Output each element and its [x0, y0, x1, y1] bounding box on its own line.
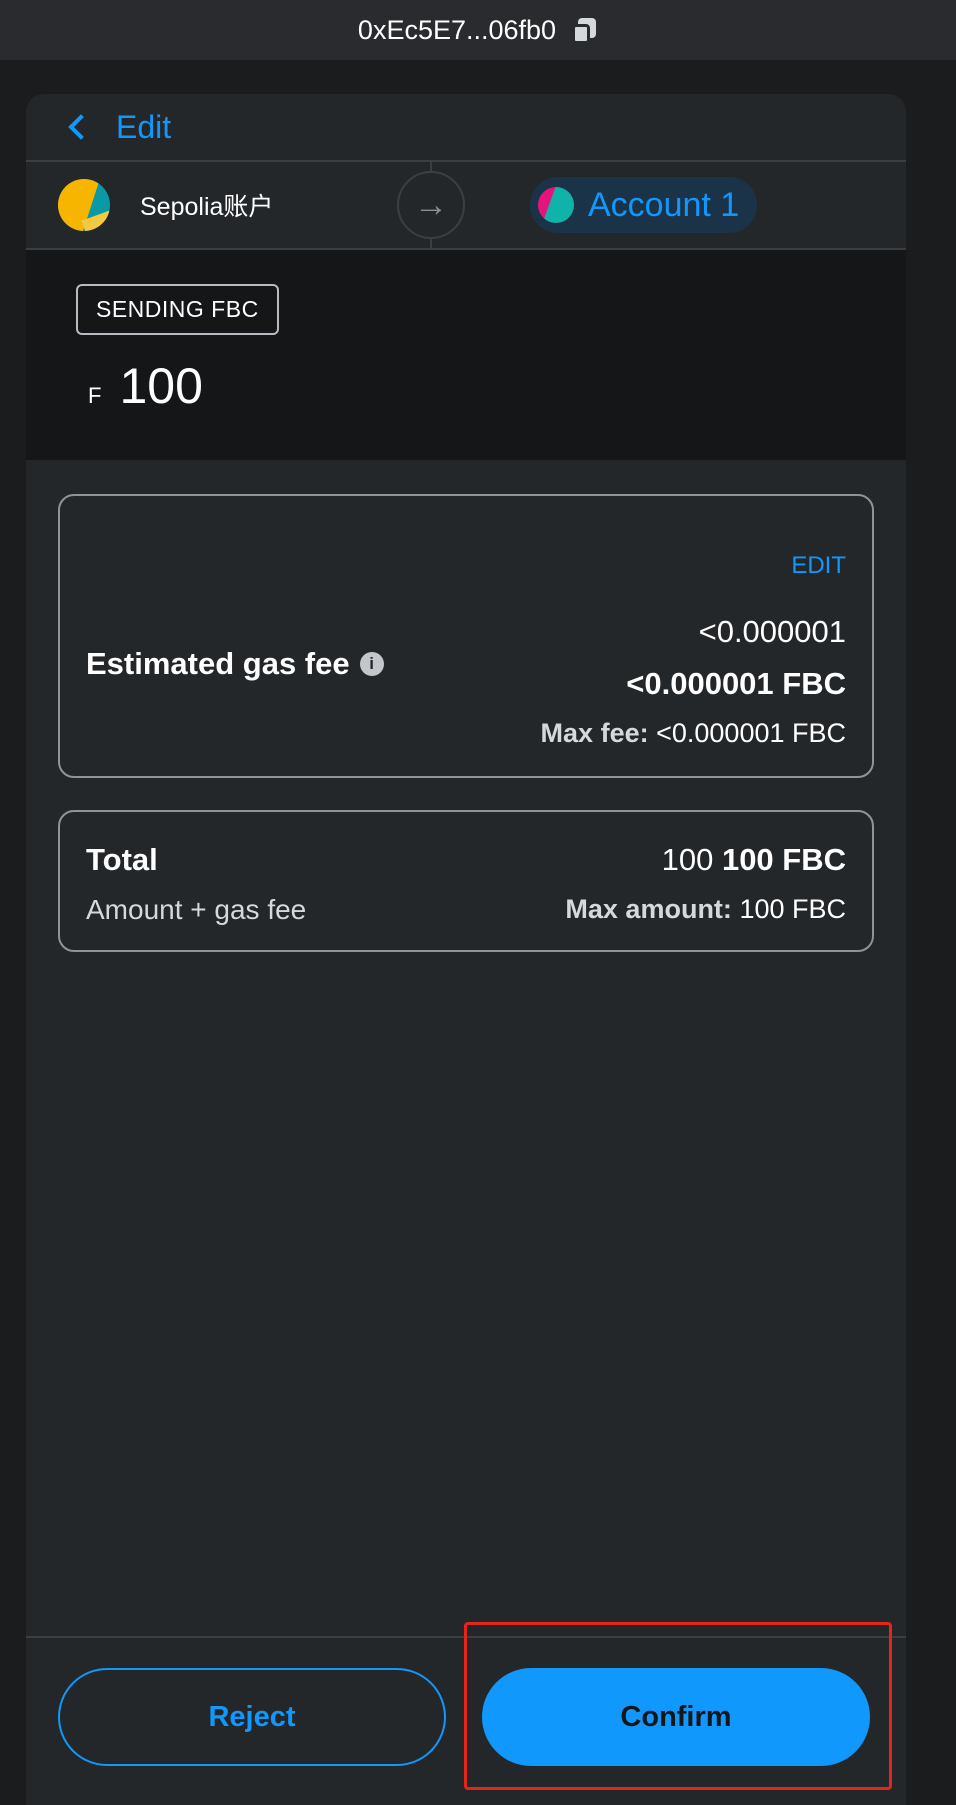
confirm-transaction-panel: Edit Sepolia账户 → Account 1 SENDING FBC F…: [26, 94, 906, 1805]
account-address-bar: 0xEc5E7...06fb0: [0, 0, 956, 60]
currency-symbol: F: [88, 383, 102, 408]
sending-amount: F 100: [76, 357, 906, 415]
gas-fee-label-text: Estimated gas fee: [86, 646, 350, 681]
edit-gas-button[interactable]: EDIT: [791, 552, 846, 580]
confirm-button[interactable]: Confirm: [482, 1668, 870, 1766]
max-amount-value: 100 FBC: [739, 894, 846, 924]
arrow-right-icon: →: [397, 171, 465, 239]
max-amount: Max amount: 100 FBC: [565, 894, 846, 925]
recipient-avatar: [538, 187, 574, 223]
chevron-left-icon: [68, 114, 94, 140]
gas-fee-token: <0.000001 FBC: [626, 666, 846, 701]
total-value: 100 100 FBC: [662, 842, 846, 878]
sending-summary: SENDING FBC F 100: [26, 250, 906, 460]
recipient-name: Account 1: [588, 185, 740, 224]
edit-back-label: Edit: [116, 108, 172, 145]
sending-badge: SENDING FBC: [76, 284, 279, 335]
edit-back-button[interactable]: Edit: [26, 94, 906, 160]
info-icon[interactable]: i: [359, 652, 384, 676]
max-fee-label: Max fee:: [540, 718, 649, 748]
reject-button[interactable]: Reject: [58, 1668, 446, 1766]
max-amount-label: Max amount:: [565, 894, 732, 924]
total-label: Total: [86, 842, 158, 877]
account-address: 0xEc5E7...06fb0: [357, 14, 557, 45]
total-card: Total Amount + gas fee 100 100 FBC Max a…: [58, 810, 874, 952]
sender-recipient-row: Sepolia账户 → Account 1: [26, 160, 906, 250]
recipient-account-pill[interactable]: Account 1: [530, 177, 758, 233]
total-sublabel: Amount + gas fee: [86, 894, 307, 925]
max-fee: Max fee: <0.000001 FBC: [541, 718, 846, 749]
sender-avatar: [58, 179, 110, 231]
total-value-bold: 100 FBC: [721, 842, 846, 877]
copy-icon[interactable]: [570, 16, 598, 44]
max-fee-value: <0.000001 FBC: [656, 718, 846, 748]
gas-fee-card: EDIT Estimated gas fee i <0.000001 <0.00…: [58, 494, 874, 778]
sender-name: Sepolia账户: [140, 193, 274, 221]
gas-fee-label: Estimated gas fee i: [86, 646, 384, 682]
gas-fee-fiat: <0.000001: [698, 614, 846, 649]
amount-value: 100: [119, 358, 203, 414]
action-footer: Reject Confirm: [26, 1636, 906, 1805]
total-value-plain: 100: [661, 842, 714, 877]
